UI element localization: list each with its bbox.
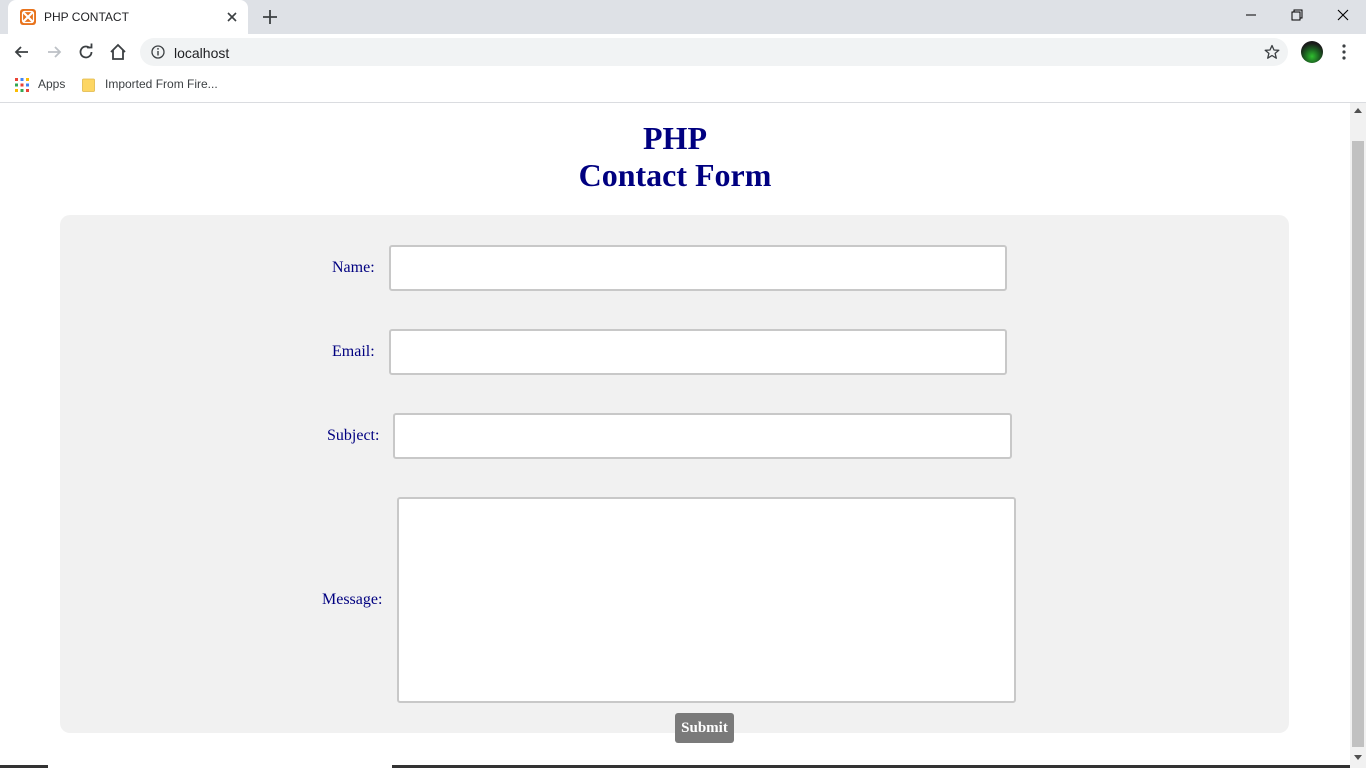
close-tab-icon[interactable] [224, 9, 240, 25]
scroll-up-arrow-icon[interactable] [1354, 108, 1362, 113]
new-tab-icon[interactable] [261, 8, 279, 26]
message-label: Message: [322, 591, 383, 608]
info-icon[interactable] [151, 45, 165, 59]
page-title-line-2: Contact Form [578, 157, 772, 193]
message-textarea[interactable] [397, 497, 1016, 703]
browser-tab[interactable]: PHP CONTACT [8, 0, 248, 34]
name-input[interactable] [389, 245, 1007, 291]
submit-button[interactable]: Submit [675, 713, 734, 743]
browser-menu-icon[interactable] [1336, 42, 1352, 62]
bookmark-apps-label[interactable]: Apps [38, 77, 65, 91]
bookmarks-bar: Apps Imported From Fire... [0, 70, 1366, 103]
subject-label: Subject: [327, 427, 380, 444]
name-label: Name: [332, 259, 375, 276]
email-input[interactable] [389, 329, 1007, 375]
apps-grid-icon[interactable] [15, 78, 29, 92]
subject-input[interactable] [393, 413, 1012, 459]
tab-strip: PHP CONTACT [0, 0, 1366, 34]
close-window-icon[interactable] [1320, 0, 1366, 30]
tab-title: PHP CONTACT [44, 10, 129, 24]
page-viewport: PHP Contact Form Name: Email: Subject: M… [0, 103, 1350, 768]
scrollbar-thumb[interactable] [1352, 141, 1364, 747]
xampp-favicon-icon [20, 9, 36, 25]
reload-icon[interactable] [76, 42, 96, 62]
page-title: PHP Contact Form [0, 120, 1350, 194]
restore-window-icon[interactable] [1274, 0, 1320, 30]
forward-arrow-icon[interactable] [44, 42, 64, 62]
bookmark-folder-label[interactable]: Imported From Fire... [105, 77, 218, 91]
bookmark-star-icon[interactable] [1264, 44, 1280, 60]
address-bar[interactable]: localhost [140, 38, 1288, 66]
page-scrollbar[interactable] [1350, 103, 1366, 768]
email-label: Email: [332, 343, 375, 360]
minimize-window-icon[interactable] [1228, 0, 1274, 30]
folder-icon[interactable] [82, 78, 95, 92]
profile-avatar[interactable] [1301, 41, 1323, 63]
browser-toolbar: localhost [0, 34, 1366, 70]
url-text: localhost [174, 45, 230, 61]
back-arrow-icon[interactable] [12, 42, 32, 62]
scroll-down-arrow-icon[interactable] [1354, 755, 1362, 760]
page-title-line-1: PHP [643, 120, 707, 156]
home-icon[interactable] [108, 42, 128, 62]
